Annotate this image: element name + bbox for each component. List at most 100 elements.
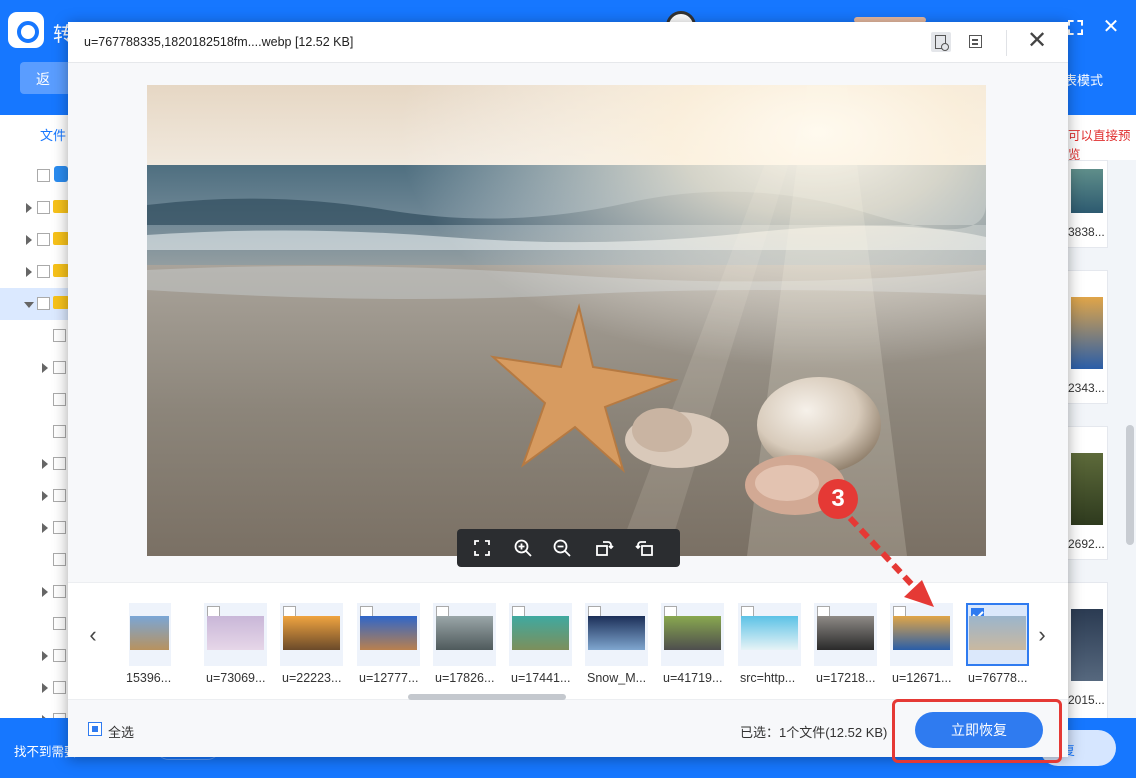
chevron-right-icon[interactable] [42,459,48,469]
tree-checkbox[interactable] [37,233,50,246]
thumbnail-item[interactable] [280,603,343,666]
tree-checkbox[interactable] [53,585,66,598]
rotate-right-icon[interactable] [594,538,614,558]
tree-row[interactable] [0,256,70,288]
thumbnail-item[interactable] [890,603,953,666]
tree-checkbox[interactable] [53,329,66,342]
chevron-right-icon[interactable] [26,203,32,213]
chevron-down-icon[interactable] [24,302,34,308]
tree-row[interactable] [0,384,70,416]
tree-checkbox[interactable] [53,457,66,470]
tree-checkbox[interactable] [53,553,66,566]
thumbnail-label: u=41719... [663,671,723,685]
tree-checkbox[interactable] [37,265,50,278]
thumbnail-image [588,616,645,650]
file-card[interactable]: 3838... [1068,160,1108,248]
tree-checkbox[interactable] [53,361,66,374]
thumbnail-item[interactable] [433,603,496,666]
zoom-out-icon[interactable] [552,538,572,558]
chevron-right-icon[interactable] [42,587,48,597]
chevron-right-icon[interactable] [42,651,48,661]
thumbnail-item[interactable] [966,603,1029,666]
tab-file-type[interactable]: 文件 [40,125,66,144]
rotate-left-icon[interactable] [635,538,655,558]
fullscreen-icon[interactable] [472,538,492,558]
tree-row[interactable] [0,608,70,640]
thumbnail-item[interactable] [814,603,877,666]
thumbnail-label: 15396... [126,671,172,685]
step-number-badge: 3 [818,479,858,519]
select-all-checkbox[interactable] [88,722,102,736]
tree-row[interactable] [0,352,70,384]
tree-checkbox[interactable] [37,297,50,310]
tree-row[interactable] [0,288,70,320]
thumbnail-label: src=http... [740,671,796,685]
chevron-right-icon[interactable] [42,363,48,373]
file-card[interactable]: 2692... [1068,426,1108,560]
thumbnail-item[interactable] [585,603,648,666]
tree-checkbox[interactable] [53,521,66,534]
preview-notice: 可以直接预览 [1068,129,1131,162]
tree-row[interactable] [0,192,70,224]
tree-checkbox[interactable] [37,169,50,182]
tree-row[interactable] [0,320,70,352]
chevron-right-icon[interactable]: › [1034,623,1050,647]
tree-checkbox[interactable] [53,393,66,406]
folder-icon [53,264,69,277]
tree-row[interactable] [0,640,70,672]
tree-row[interactable] [0,672,70,704]
file-card[interactable]: 2343... [1068,270,1108,404]
thumbnail-label: Snow_M... [587,671,647,685]
file-card-label: 2343... [1068,381,1105,395]
chevron-right-icon[interactable] [42,523,48,533]
file-card[interactable]: 2015... [1068,582,1108,720]
tree-checkbox[interactable] [53,425,66,438]
thumbnail-image [817,616,874,650]
strip-scrollbar[interactable] [408,694,566,700]
thumbnail-item[interactable] [204,603,267,666]
tree-row[interactable] [0,544,70,576]
thumbnail-image [207,616,264,650]
file-thumbnail [1071,169,1103,213]
chevron-left-icon[interactable]: ‹ [85,623,101,647]
close-icon[interactable]: ✕ [1027,29,1047,53]
chevron-right-icon[interactable] [26,235,32,245]
tree-row[interactable] [0,448,70,480]
tree-checkbox[interactable] [53,489,66,502]
tree-checkbox[interactable] [53,681,66,694]
chevron-right-icon[interactable] [26,267,32,277]
preview-dialog: u=767788335,1820182518fm....webp [12.52 … [68,22,1068,757]
window-close-icon[interactable]: ✕ [1100,16,1122,38]
tree-row[interactable] [0,160,70,192]
thumbnail-item[interactable] [661,603,724,666]
select-all-label[interactable]: 全选 [108,722,134,741]
list-mode-button[interactable]: 表模式 [1064,70,1103,89]
tree-row[interactable] [0,224,70,256]
thumbnail-item[interactable] [738,603,801,666]
thumbnail-label: u=12671... [892,671,952,685]
thumbnail-item[interactable] [357,603,420,666]
chevron-right-icon[interactable] [42,491,48,501]
tree-row[interactable] [0,480,70,512]
tree-checkbox[interactable] [53,617,66,630]
document-icon [969,35,982,48]
thumbnail-label: u=17441... [511,671,571,685]
tree-row[interactable] [0,576,70,608]
maximize-icon[interactable] [1068,20,1083,35]
tree-checkbox[interactable] [53,649,66,662]
thumbnail-image [969,616,1026,650]
folder-icon [53,296,69,309]
scrollbar[interactable] [1126,425,1134,545]
dialog-header: u=767788335,1820182518fm....webp [12.52 … [68,22,1068,63]
tree-checkbox[interactable] [37,201,50,214]
zoom-in-icon[interactable] [513,538,533,558]
info-mode-button[interactable] [966,32,986,52]
preview-mode-button[interactable] [931,32,951,52]
thumbnail-item[interactable] [129,603,171,666]
tree-row[interactable] [0,416,70,448]
tree-row[interactable] [0,512,70,544]
thumbnail-item[interactable] [509,603,572,666]
beach-photo [147,85,986,556]
app-logo-icon [8,12,44,48]
chevron-right-icon[interactable] [42,683,48,693]
